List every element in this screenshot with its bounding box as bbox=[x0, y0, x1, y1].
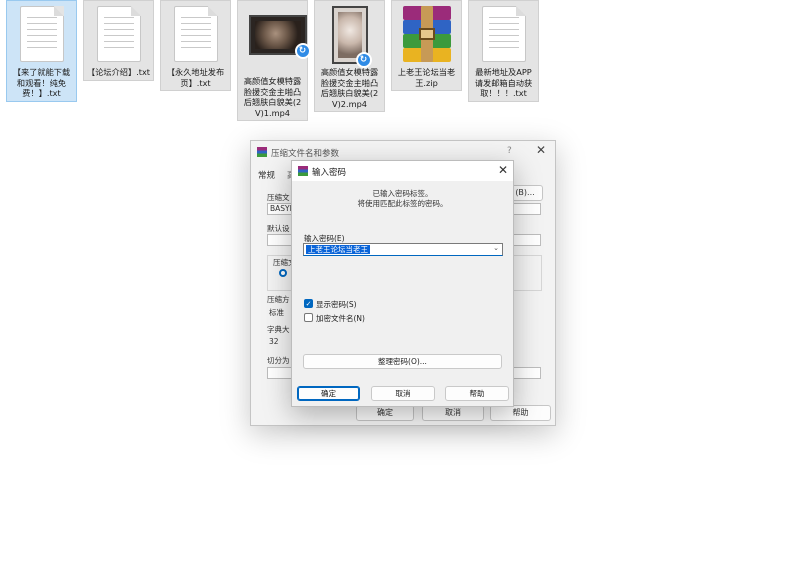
help-icon[interactable]: ? bbox=[507, 146, 512, 156]
dialog-title: 压缩文件名和参数 bbox=[271, 149, 340, 159]
file-name: 【来了就能下载和观看！纯免费！】.txt bbox=[12, 67, 71, 99]
ok-button[interactable]: 确定 bbox=[297, 386, 360, 401]
dialog-title: 输入密码 bbox=[312, 168, 347, 178]
desktop-file-2[interactable]: 【论坛介绍】.txt bbox=[83, 0, 154, 81]
password-value: 上老王论坛当老王 bbox=[306, 245, 370, 254]
close-button[interactable]: ✕ bbox=[536, 143, 546, 157]
winrar-app-icon bbox=[257, 147, 267, 157]
tab-general[interactable]: 常规 bbox=[258, 169, 275, 181]
file-name: 上老王论坛当老王.zip bbox=[397, 67, 456, 88]
video-thumbnail-icon: ↻ bbox=[326, 6, 374, 68]
ok-button[interactable]: 确定 bbox=[356, 405, 414, 421]
enter-password-dialog: 输入密码 ✕ 已输入密码标签。 将使用匹配此标签的密码。 输入密码(E) 上老王… bbox=[291, 160, 514, 407]
text-file-icon bbox=[95, 6, 143, 64]
file-name: 高颜值女模特露脸援交金主啪凸后翘肤白貌美(2V)2.mp4 bbox=[320, 67, 379, 109]
help-button[interactable]: 帮助 bbox=[445, 386, 509, 401]
media-player-badge-icon: ↻ bbox=[355, 52, 372, 68]
dictionary-value[interactable]: 32 bbox=[269, 337, 279, 346]
desktop-file-1[interactable]: 【来了就能下载和观看！纯免费！】.txt bbox=[6, 0, 77, 102]
winrar-app-icon bbox=[298, 166, 308, 176]
archive-name-label: 压缩文 bbox=[267, 193, 290, 202]
method-value[interactable]: 标准 bbox=[269, 307, 284, 318]
show-password-label: 显示密码(S) bbox=[316, 300, 357, 309]
chevron-down-icon[interactable]: ⌄ bbox=[493, 244, 499, 252]
cancel-button[interactable]: 取消 bbox=[371, 386, 435, 401]
file-name: 【论坛介绍】.txt bbox=[87, 67, 150, 77]
encrypt-filenames-checkbox[interactable] bbox=[304, 313, 313, 322]
video-thumbnail-icon: ↻ bbox=[248, 15, 311, 73]
text-file-icon bbox=[172, 6, 220, 64]
file-name: 最新地址及APP请发邮箱自动获取！！！.txt bbox=[474, 67, 533, 99]
winrar-archive-icon bbox=[402, 6, 451, 64]
split-label: 切分为 bbox=[267, 356, 290, 365]
file-name: 【永久地址发布页】.txt bbox=[166, 67, 225, 88]
media-player-badge-icon: ↻ bbox=[294, 43, 311, 59]
encrypt-filenames-label: 加密文件名(N) bbox=[316, 314, 365, 323]
desktop-file-5[interactable]: ↻ 高颜值女模特露脸援交金主啪凸后翘肤白貌美(2V)2.mp4 bbox=[314, 0, 385, 113]
cancel-button[interactable]: 取消 bbox=[422, 405, 484, 421]
desktop-file-6[interactable]: 上老王论坛当老王.zip bbox=[391, 0, 462, 92]
password-input[interactable]: 上老王论坛当老王 ⌄ bbox=[303, 243, 503, 256]
dictionary-label: 字典大 bbox=[267, 325, 290, 334]
method-label: 压缩方 bbox=[267, 295, 290, 304]
close-button[interactable]: ✕ bbox=[498, 163, 508, 177]
help-button[interactable]: 帮助 bbox=[490, 405, 551, 421]
desktop-file-7[interactable]: 最新地址及APP请发邮箱自动获取！！！.txt bbox=[468, 0, 539, 102]
file-name: 高颜值女模特露脸援交金主啪凸后翘肤白貌美(2V)1.mp4 bbox=[243, 76, 302, 118]
info-line-2: 将使用匹配此标签的密码。 bbox=[357, 199, 448, 208]
desktop-file-4[interactable]: ↻ 高颜值女模特露脸援交金主啪凸后翘肤白貌美(2V)1.mp4 bbox=[237, 0, 311, 122]
text-file-icon bbox=[18, 6, 66, 64]
show-password-checkbox[interactable]: ✓ bbox=[304, 299, 313, 308]
desktop-file-3[interactable]: 【永久地址发布页】.txt bbox=[160, 0, 231, 92]
format-radio[interactable] bbox=[279, 269, 287, 277]
text-file-icon bbox=[480, 6, 528, 64]
profile-label: 默认设 bbox=[267, 224, 290, 233]
organize-passwords-button[interactable]: 整理密码(O)... bbox=[303, 354, 502, 369]
